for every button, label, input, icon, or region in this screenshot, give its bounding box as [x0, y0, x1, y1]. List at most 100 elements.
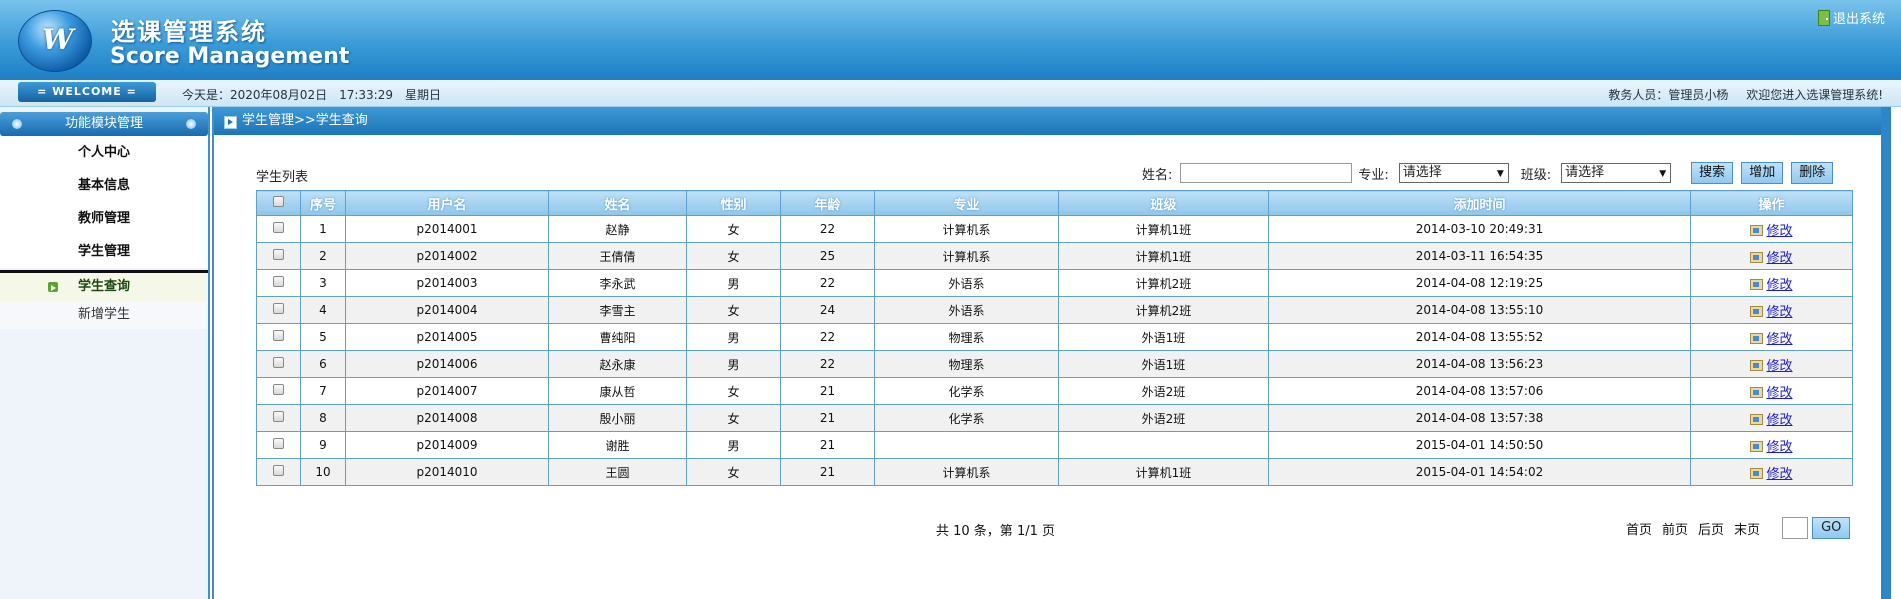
sidebar: 功能模块管理 个人中心 基本信息 教师管理 学生管理 学生查询 新增学生 [0, 107, 210, 599]
add-button[interactable]: 增加 [1741, 162, 1784, 184]
delete-button[interactable]: 删除 [1791, 162, 1834, 184]
table-row: 9 p2014009 谢胜男 21 2015-04-01 14:50:50 修改 [256, 431, 1853, 459]
table-cell: 李雪主 [548, 296, 687, 324]
row-checkbox[interactable] [273, 357, 284, 368]
greeting: 欢迎您进入选课管理系统! [1746, 88, 1883, 102]
table-cell: 24 [780, 296, 875, 324]
class-select[interactable]: 请选择 [1561, 163, 1672, 183]
major-filter-label: 专业: [1358, 167, 1389, 183]
table-cell: 殷小丽 [548, 404, 687, 432]
row-actions: 修改 [1690, 269, 1853, 297]
table-cell: 女 [686, 377, 781, 405]
logout-button[interactable]: 退出系统 [1817, 8, 1885, 27]
table-cell: 2 [300, 242, 346, 270]
user-role: 教务人员：管理员小杨 [1608, 88, 1729, 102]
row-select-cell [256, 377, 301, 405]
major-select[interactable]: 请选择 [1398, 163, 1509, 183]
row-checkbox[interactable] [273, 384, 284, 395]
row-actions: 修改 [1690, 215, 1853, 243]
row-checkbox[interactable] [273, 276, 284, 287]
row-checkbox[interactable] [273, 303, 284, 314]
row-checkbox[interactable] [273, 249, 284, 260]
table-cell: 外语2班 [1058, 404, 1269, 432]
table-cell: 21 [780, 377, 875, 405]
table-cell: p2014003 [345, 269, 549, 297]
search-button[interactable]: 搜索 [1691, 162, 1734, 184]
edit-link[interactable]: 修改 [1766, 440, 1792, 455]
edit-link[interactable]: 修改 [1766, 413, 1792, 428]
table-cell: 化学系 [874, 404, 1059, 432]
sidebar-item-profile[interactable]: 个人中心 [0, 136, 208, 169]
row-checkbox[interactable] [273, 330, 284, 341]
table-cell: 2014-04-08 13:56:23 [1268, 350, 1691, 378]
page-number-input[interactable] [1782, 517, 1809, 539]
column-header: 姓名 [548, 190, 687, 216]
sidebar-item-students[interactable]: 学生管理 [0, 235, 208, 268]
table-cell: 外语系 [874, 269, 1059, 297]
row-actions: 修改 [1690, 377, 1853, 405]
sidebar-item-teachers[interactable]: 教师管理 [0, 202, 208, 235]
table-cell: 21 [780, 431, 875, 459]
row-checkbox[interactable] [273, 465, 284, 476]
next-page-link[interactable]: 后页 [1698, 519, 1724, 538]
row-checkbox[interactable] [273, 411, 284, 422]
pager: 首页 前页 后页 末页 GO [1626, 517, 1851, 539]
row-checkbox[interactable] [273, 438, 284, 449]
table-cell: 2014-03-11 16:54:35 [1268, 242, 1691, 270]
class-filter-label: 班级: [1520, 167, 1552, 183]
table-cell: 2014-04-08 12:19:25 [1268, 269, 1691, 297]
edit-link[interactable]: 修改 [1766, 305, 1792, 320]
edit-link[interactable]: 修改 [1766, 278, 1792, 293]
table-cell: 7 [300, 377, 346, 405]
table-cell: p2014007 [345, 377, 549, 405]
edit-link[interactable]: 修改 [1766, 332, 1792, 347]
table-cell: p2014002 [345, 242, 549, 270]
sidebar-subitem-student-query[interactable]: 学生查询 [0, 273, 208, 301]
table-cell: 外语系 [874, 296, 1059, 324]
list-title: 学生列表 [256, 170, 309, 185]
last-page-link[interactable]: 末页 [1734, 519, 1760, 538]
table-cell: p2014008 [345, 404, 549, 432]
table-cell: 3 [300, 269, 346, 297]
edit-link[interactable]: 修改 [1766, 359, 1792, 374]
edit-icon [1750, 332, 1764, 344]
select-all-checkbox[interactable] [273, 195, 284, 207]
table-cell: p2014009 [345, 431, 549, 459]
table-cell: 22 [780, 215, 875, 243]
prev-page-link[interactable]: 前页 [1662, 519, 1688, 538]
breadcrumb: 学生管理>>学生查询 [214, 107, 1881, 135]
edit-link[interactable]: 修改 [1766, 224, 1792, 239]
sidebar-heading: 功能模块管理 [0, 112, 208, 136]
table-cell: 22 [780, 323, 875, 351]
row-select-cell [256, 458, 301, 486]
column-header: 班级 [1058, 190, 1269, 216]
name-filter-input[interactable] [1180, 163, 1353, 183]
go-button[interactable]: GO [1812, 517, 1851, 539]
table-cell: 外语1班 [1058, 323, 1269, 351]
sidebar-item-basic-info[interactable]: 基本信息 [0, 169, 208, 202]
pager-info: 共 10 条，第 1/1 页 [936, 524, 1055, 539]
dot-icon [12, 119, 22, 129]
info-bar: = WELCOME = 今天是：2020年08月02日 17:33:29 星期日… [0, 80, 1901, 107]
table-cell: 化学系 [874, 377, 1059, 405]
edit-link[interactable]: 修改 [1766, 467, 1792, 482]
table-cell: 22 [780, 350, 875, 378]
table-row: 2 p2014002 王倩倩女 25 计算机系 计算机1班 2014-03-11 16:54… [256, 242, 1853, 270]
row-actions: 修改 [1690, 458, 1853, 486]
user-info: 教务人员：管理员小杨 欢迎您进入选课管理系统! [1594, 86, 1883, 103]
row-select-cell [256, 431, 301, 459]
table-cell: 21 [780, 404, 875, 432]
row-checkbox[interactable] [273, 222, 284, 233]
column-header: 性别 [686, 190, 781, 216]
table-cell: 外语2班 [1058, 377, 1269, 405]
edit-link[interactable]: 修改 [1766, 251, 1792, 266]
edit-link[interactable]: 修改 [1766, 386, 1792, 401]
sidebar-subitem-add-student[interactable]: 新增学生 [0, 301, 208, 329]
first-page-link[interactable]: 首页 [1626, 519, 1652, 538]
table-cell: 男 [686, 431, 781, 459]
row-actions: 修改 [1690, 431, 1853, 459]
table-body: 1 p2014001 赵静女 22 计算机系 计算机1班 2014-03-10 20:49:… [256, 215, 1853, 486]
row-select-cell [256, 215, 301, 243]
table-row: 1 p2014001 赵静女 22 计算机系 计算机1班 2014-03-10 20:49:… [256, 215, 1853, 243]
edit-icon [1750, 359, 1764, 371]
